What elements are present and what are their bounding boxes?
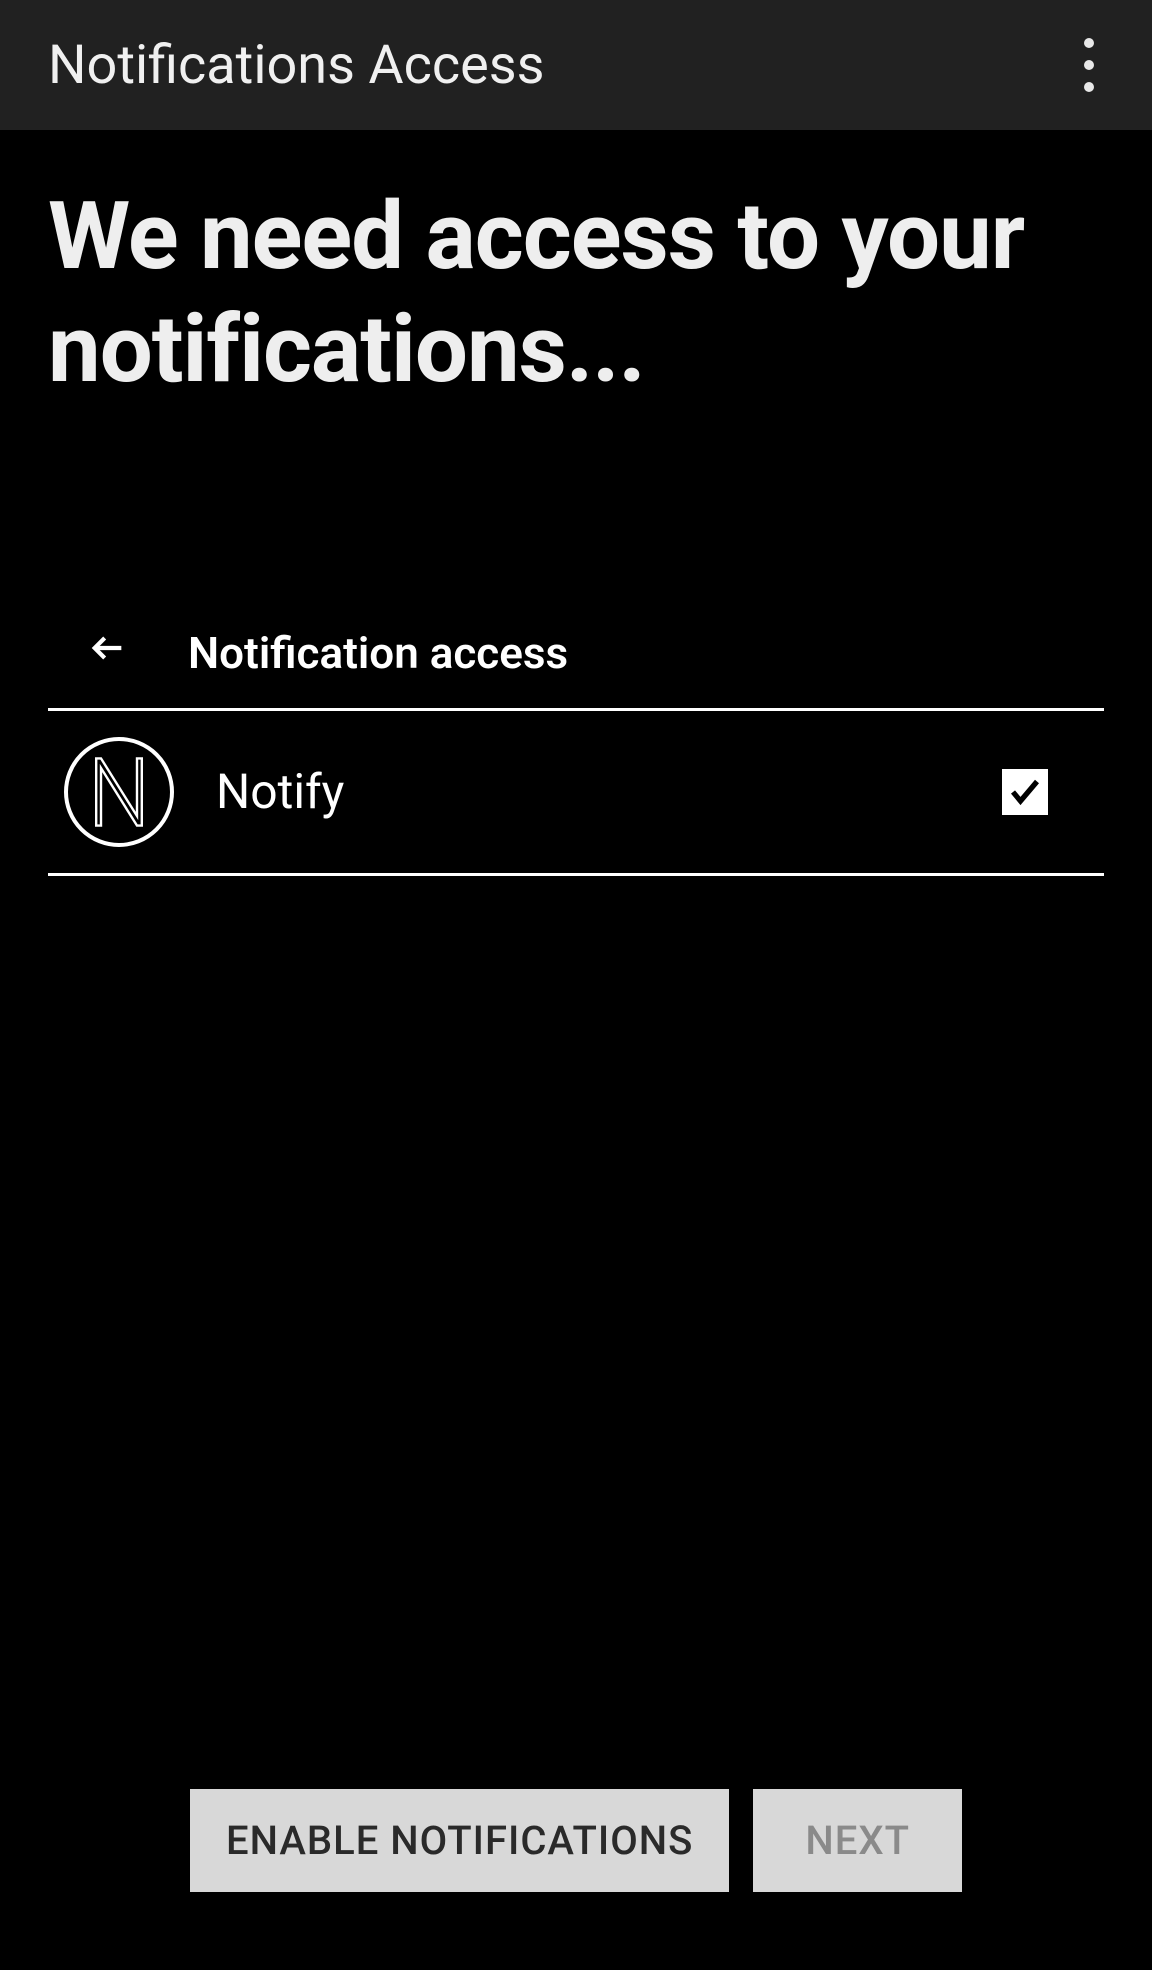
button-row: ENABLE NOTIFICATIONS NEXT — [0, 1789, 1152, 1892]
app-bar-title: Notifications Access — [48, 34, 545, 97]
illustration-header: Notification access — [48, 626, 1104, 711]
next-button[interactable]: NEXT — [753, 1789, 962, 1892]
illustration-header-title: Notification access — [188, 627, 568, 679]
app-list-row: Notify — [48, 711, 1104, 876]
checkmark-icon — [1007, 774, 1043, 810]
app-bar: Notifications Access — [0, 0, 1152, 130]
app-name-label: Notify — [216, 763, 1002, 820]
settings-illustration: Notification access Notify — [0, 626, 1152, 876]
notify-checkbox — [1002, 769, 1048, 815]
overflow-menu-icon[interactable] — [1074, 28, 1104, 102]
headline-text: We need access to your notifications... — [48, 180, 1104, 406]
enable-notifications-button[interactable]: ENABLE NOTIFICATIONS — [190, 1789, 729, 1892]
notify-app-icon — [64, 737, 174, 847]
back-arrow-icon — [88, 626, 128, 680]
content-area: We need access to your notifications... — [0, 130, 1152, 406]
